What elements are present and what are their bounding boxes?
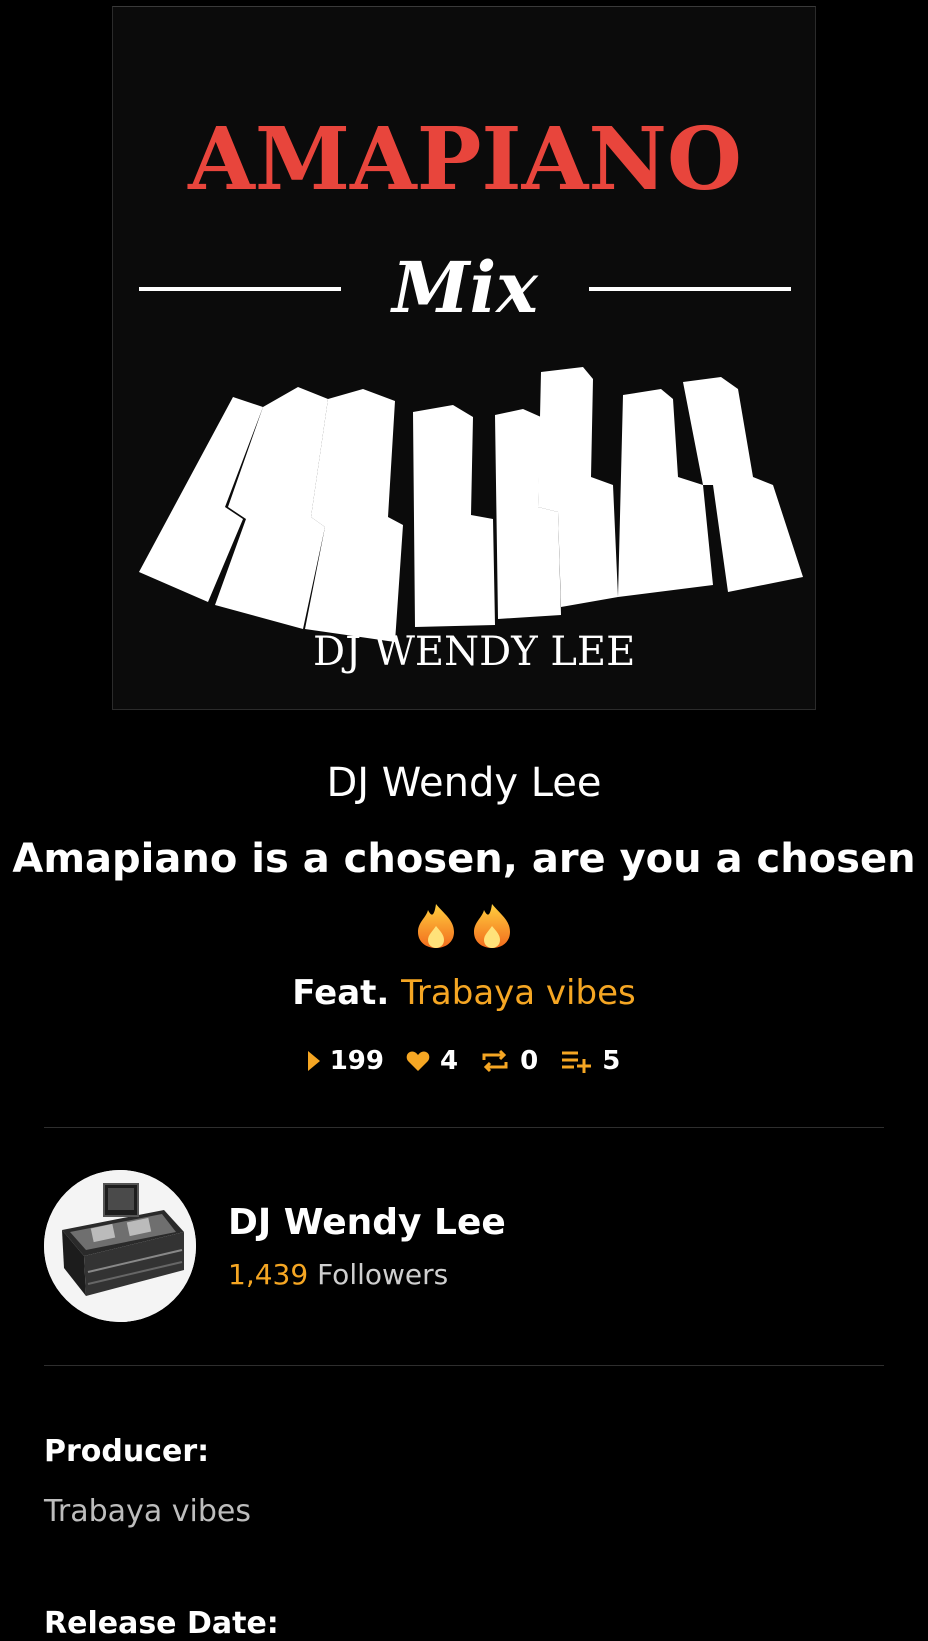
release-date-label: Release Date: <box>44 1606 279 1641</box>
avatar[interactable] <box>44 1170 196 1322</box>
followers-count: 1,439 <box>228 1258 309 1291</box>
profile-name[interactable]: DJ Wendy Lee <box>228 1202 506 1243</box>
cover-subtitle: Mix <box>390 246 539 329</box>
divider <box>44 1127 884 1128</box>
fire-icon <box>418 904 510 948</box>
feat-label: Feat. <box>292 973 390 1013</box>
feat-artist-link[interactable]: Trabaya vibes <box>401 973 636 1013</box>
piano-keys-graphic <box>139 367 803 642</box>
reposts-count: 0 <box>520 1046 539 1076</box>
cover-title: AMAPIANO <box>187 109 742 210</box>
heart-icon <box>406 1051 430 1071</box>
feat-line: Feat. Trabaya vibes <box>0 973 928 1013</box>
playlist-adds-count: 5 <box>602 1046 621 1076</box>
plays-count: 199 <box>329 1046 384 1076</box>
reposts-stat[interactable]: 0 <box>480 1046 538 1076</box>
cover-art-graphic: AMAPIANO Mix DJ WENDY LEE <box>139 109 803 675</box>
track-artist[interactable]: DJ Wendy Lee <box>0 760 928 806</box>
producer-value: Trabaya vibes <box>44 1494 251 1529</box>
dj-controller-case-image <box>44 1170 196 1322</box>
producer-label: Producer: <box>44 1434 210 1469</box>
track-title-emoji <box>0 902 928 959</box>
playlist-add-icon <box>562 1051 592 1073</box>
divider <box>44 1365 884 1366</box>
repost-icon <box>482 1049 508 1073</box>
plays-stat: 199 <box>307 1046 384 1076</box>
followers-label: Followers <box>317 1258 449 1291</box>
followers-line: 1,439 Followers <box>228 1258 448 1291</box>
likes-count: 4 <box>440 1046 459 1076</box>
cover-artwork[interactable]: AMAPIANO Mix DJ WENDY LEE <box>112 6 816 710</box>
playlist-adds-stat[interactable]: 5 <box>560 1046 620 1076</box>
likes-stat[interactable]: 4 <box>406 1046 458 1076</box>
play-icon <box>307 1051 320 1071</box>
track-title: Amapiano is a chosen, are you a chosen <box>12 836 916 882</box>
cover-artist: DJ WENDY LEE <box>313 629 635 675</box>
track-stats: 199 4 0 5 <box>0 1046 928 1076</box>
